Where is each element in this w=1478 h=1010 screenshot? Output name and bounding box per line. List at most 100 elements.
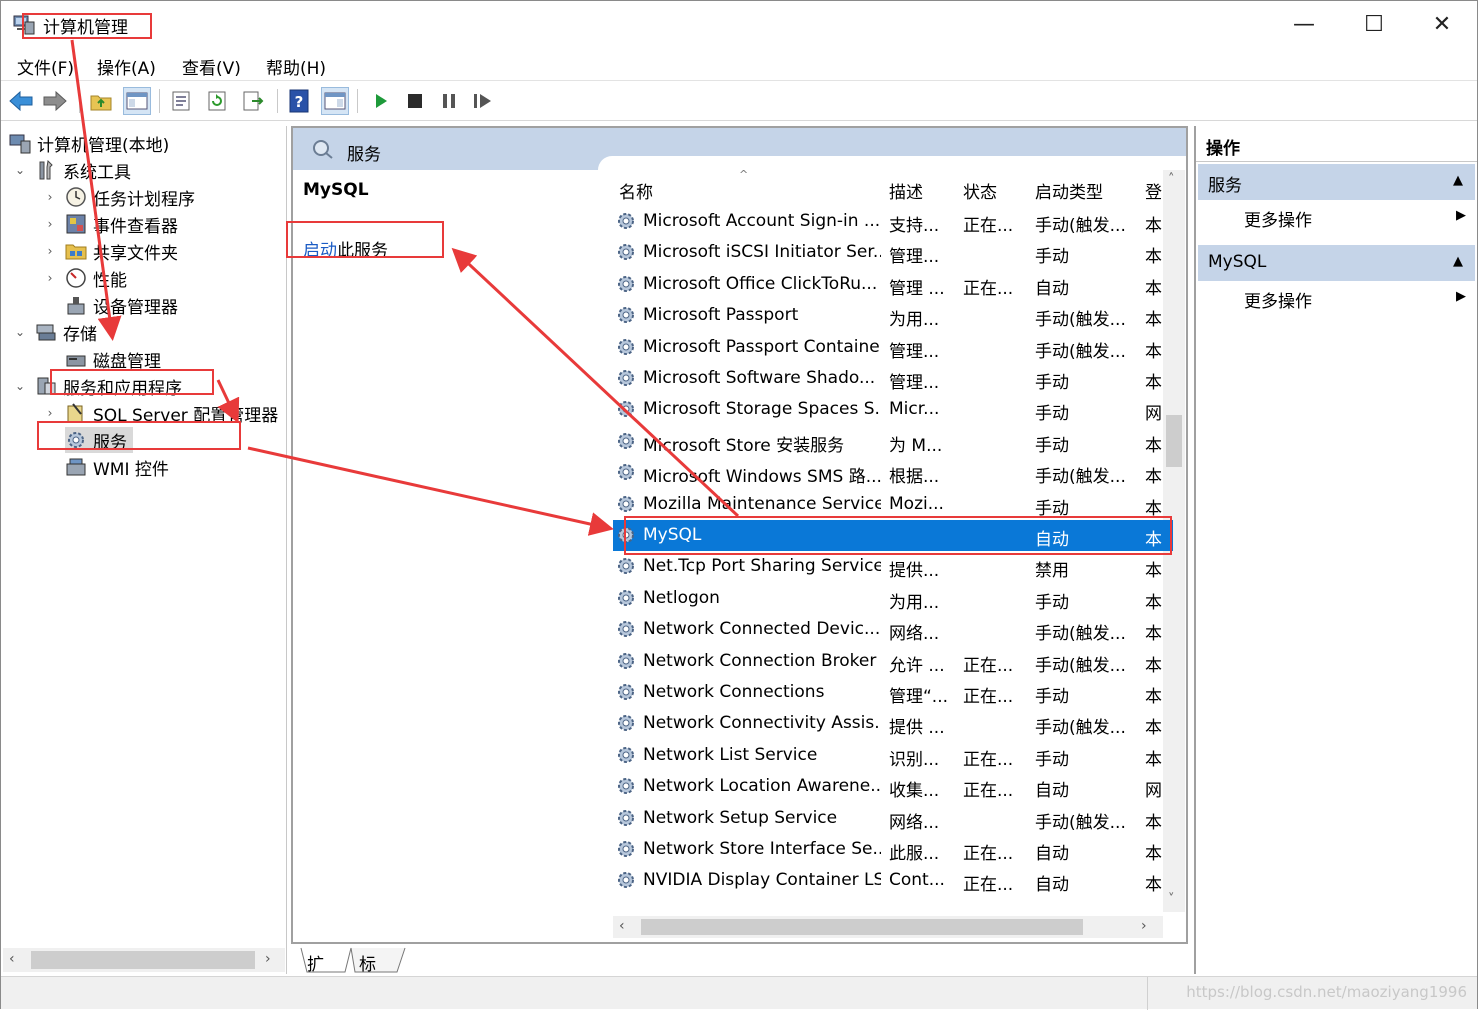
service-description: Mozi...: [889, 493, 944, 514]
service-row[interactable]: Network Connected Devic... 网络... 手动(触发... 本: [613, 614, 1173, 645]
chevron-down-icon[interactable]: ⌄: [13, 379, 27, 393]
chevron-right-icon[interactable]: ›: [43, 190, 57, 204]
chevron-right-icon[interactable]: ›: [43, 217, 57, 231]
tree-root-label: 计算机管理(本地): [37, 135, 170, 156]
service-row[interactable]: Mozilla Maintenance Service Mozi... 手动 本: [613, 489, 1173, 520]
back-button[interactable]: [7, 87, 35, 115]
service-row[interactable]: Microsoft Passport Container 管理... 手动(触发..…: [613, 332, 1173, 363]
service-row[interactable]: Microsoft Software Shado... 管理... 手动 本: [613, 363, 1173, 394]
service-logon: 本: [1145, 498, 1162, 519]
annotation-box-start-link: [286, 221, 444, 258]
service-row[interactable]: Netlogon 为用... 手动 本: [613, 583, 1173, 614]
service-row[interactable]: Network List Service 识别... 正在... 手动 本: [613, 740, 1173, 771]
column-status[interactable]: 状态: [963, 178, 997, 203]
menu-file[interactable]: 文件(F): [17, 54, 74, 79]
tree-device-manager[interactable]: 设备管理器: [65, 292, 178, 318]
event-viewer-icon: [66, 214, 86, 234]
more-actions-services[interactable]: 更多操作 ▶: [1244, 206, 1468, 231]
service-row[interactable]: Network Connection Broker 允许 ... 正在... 手动(触…: [613, 646, 1173, 677]
service-row[interactable]: Microsoft iSCSI Initiator Ser... 管理... 手动 本: [613, 237, 1173, 268]
column-logon[interactable]: 登: [1145, 178, 1162, 203]
service-row[interactable]: Net.Tcp Port Sharing Service 提供... 禁用 本: [613, 551, 1173, 582]
service-row[interactable]: Microsoft Office ClickToRu... 管理 ... 正在...…: [613, 269, 1173, 300]
tree-task-scheduler[interactable]: › 任务计划程序: [43, 184, 195, 210]
forward-button[interactable]: [41, 87, 69, 115]
computer-management-icon: [9, 134, 31, 154]
service-row[interactable]: Microsoft Windows SMS 路... 根据... 手动(触发... 本: [613, 457, 1173, 488]
service-row[interactable]: NVIDIA Display Container LS Cont... 正在... 自…: [613, 865, 1173, 896]
service-row[interactable]: Network Location Awarene... 收集... 正在... 自动 网: [613, 771, 1173, 802]
pause-service-button[interactable]: [435, 87, 463, 115]
chevron-down-icon[interactable]: ⌄: [13, 163, 27, 177]
service-row[interactable]: Network Connectivity Assis... 提供 ... 手动(触发…: [613, 708, 1173, 739]
service-row[interactable]: Microsoft Account Sign-in ... 支持... 正在... 手…: [613, 206, 1173, 237]
service-startup-type: 手动: [1035, 435, 1069, 456]
annotation-box-services: [37, 421, 241, 450]
chevron-right-icon[interactable]: ›: [43, 271, 57, 285]
actions-section-services[interactable]: 服务 ▲: [1198, 164, 1475, 200]
column-description[interactable]: 描述: [889, 178, 923, 203]
actions-section-mysql[interactable]: MySQL ▲: [1198, 245, 1475, 281]
hscroll-thumb[interactable]: [641, 919, 1083, 935]
restart-service-button[interactable]: [469, 87, 497, 115]
tree-hscroll-thumb[interactable]: [31, 951, 255, 969]
up-folder-button[interactable]: [87, 87, 115, 115]
menu-action[interactable]: 操作(A): [97, 54, 156, 79]
chevron-down-icon[interactable]: ⌄: [13, 325, 27, 339]
show-console-tree-button[interactable]: [123, 87, 151, 115]
tree-system-tools[interactable]: ⌄ 系统工具: [13, 157, 131, 183]
scroll-up-icon[interactable]: ˄: [1168, 172, 1175, 187]
service-logon: 本: [1145, 247, 1162, 268]
actions-section-label: 服务: [1208, 176, 1242, 196]
show-action-pane-button[interactable]: [321, 87, 349, 115]
more-actions-mysql[interactable]: 更多操作 ▶: [1244, 287, 1468, 312]
collapse-up-icon[interactable]: ▲: [1453, 173, 1463, 188]
service-row[interactable]: Network Setup Service 网络... 手动(触发... 本: [613, 803, 1173, 834]
actions-section-label: MySQL: [1208, 252, 1267, 272]
tree-storage[interactable]: ⌄ 存储: [13, 319, 97, 345]
scroll-right-icon[interactable]: ›: [1141, 918, 1147, 934]
tree-root[interactable]: 计算机管理(本地): [9, 130, 169, 156]
service-row[interactable]: Network Connections 管理“... 正在... 手动 本: [613, 677, 1173, 708]
minimize-button[interactable]: —: [1269, 1, 1339, 47]
scroll-left-icon[interactable]: ‹: [619, 918, 625, 934]
collapse-up-icon[interactable]: ▲: [1453, 254, 1463, 269]
column-startup-type[interactable]: 启动类型: [1035, 178, 1103, 203]
tree-hscrollbar[interactable]: ‹ ›: [3, 948, 285, 972]
properties-button[interactable]: [167, 87, 195, 115]
tree-wmi-control[interactable]: WMI 控件: [65, 454, 169, 480]
forward-arrow-icon: [43, 90, 67, 112]
service-description: 此服...: [889, 844, 940, 864]
service-row[interactable]: Network Store Interface Se... 此服... 正在... 自…: [613, 834, 1173, 865]
play-icon: [376, 94, 387, 108]
services-hscrollbar[interactable]: ‹ ›: [613, 916, 1163, 938]
refresh-button[interactable]: [203, 87, 231, 115]
service-row[interactable]: Microsoft Passport 为用... 手动(触发... 本: [613, 300, 1173, 331]
tree-shared-folders[interactable]: › 共享文件夹: [43, 238, 178, 264]
submenu-arrow-icon: ▶: [1456, 208, 1466, 223]
chevron-right-icon[interactable]: ›: [43, 244, 57, 258]
service-description: 收集...: [889, 781, 940, 802]
tree-event-viewer[interactable]: › 事件查看器: [43, 211, 178, 237]
gear-icon: [618, 244, 634, 261]
scroll-right-icon[interactable]: ›: [265, 951, 271, 967]
resume-icon: [474, 94, 491, 108]
tree-performance[interactable]: › 性能: [43, 265, 127, 291]
export-list-button[interactable]: [239, 87, 267, 115]
scroll-left-icon[interactable]: ‹: [9, 951, 15, 967]
chevron-right-icon[interactable]: ›: [43, 406, 57, 420]
service-row[interactable]: Microsoft Storage Spaces S... Micr... 手动 网: [613, 394, 1173, 425]
service-startup-type: 手动: [1035, 404, 1069, 425]
menu-view[interactable]: 查看(V): [182, 54, 241, 79]
services-header-title: 服务: [347, 145, 381, 165]
menu-help[interactable]: 帮助(H): [266, 54, 326, 79]
service-status: 正在...: [963, 278, 1014, 299]
help-button[interactable]: ?: [285, 87, 313, 115]
stop-service-button[interactable]: [401, 87, 429, 115]
column-name[interactable]: 名称: [619, 178, 653, 203]
close-button[interactable]: ✕: [1407, 1, 1477, 47]
service-row[interactable]: Microsoft Store 安装服务 为 M... 手动 本: [613, 426, 1173, 457]
start-service-button[interactable]: [367, 87, 395, 115]
maximize-button[interactable]: ☐: [1339, 1, 1409, 47]
tree-label: 磁盘管理: [93, 351, 161, 372]
